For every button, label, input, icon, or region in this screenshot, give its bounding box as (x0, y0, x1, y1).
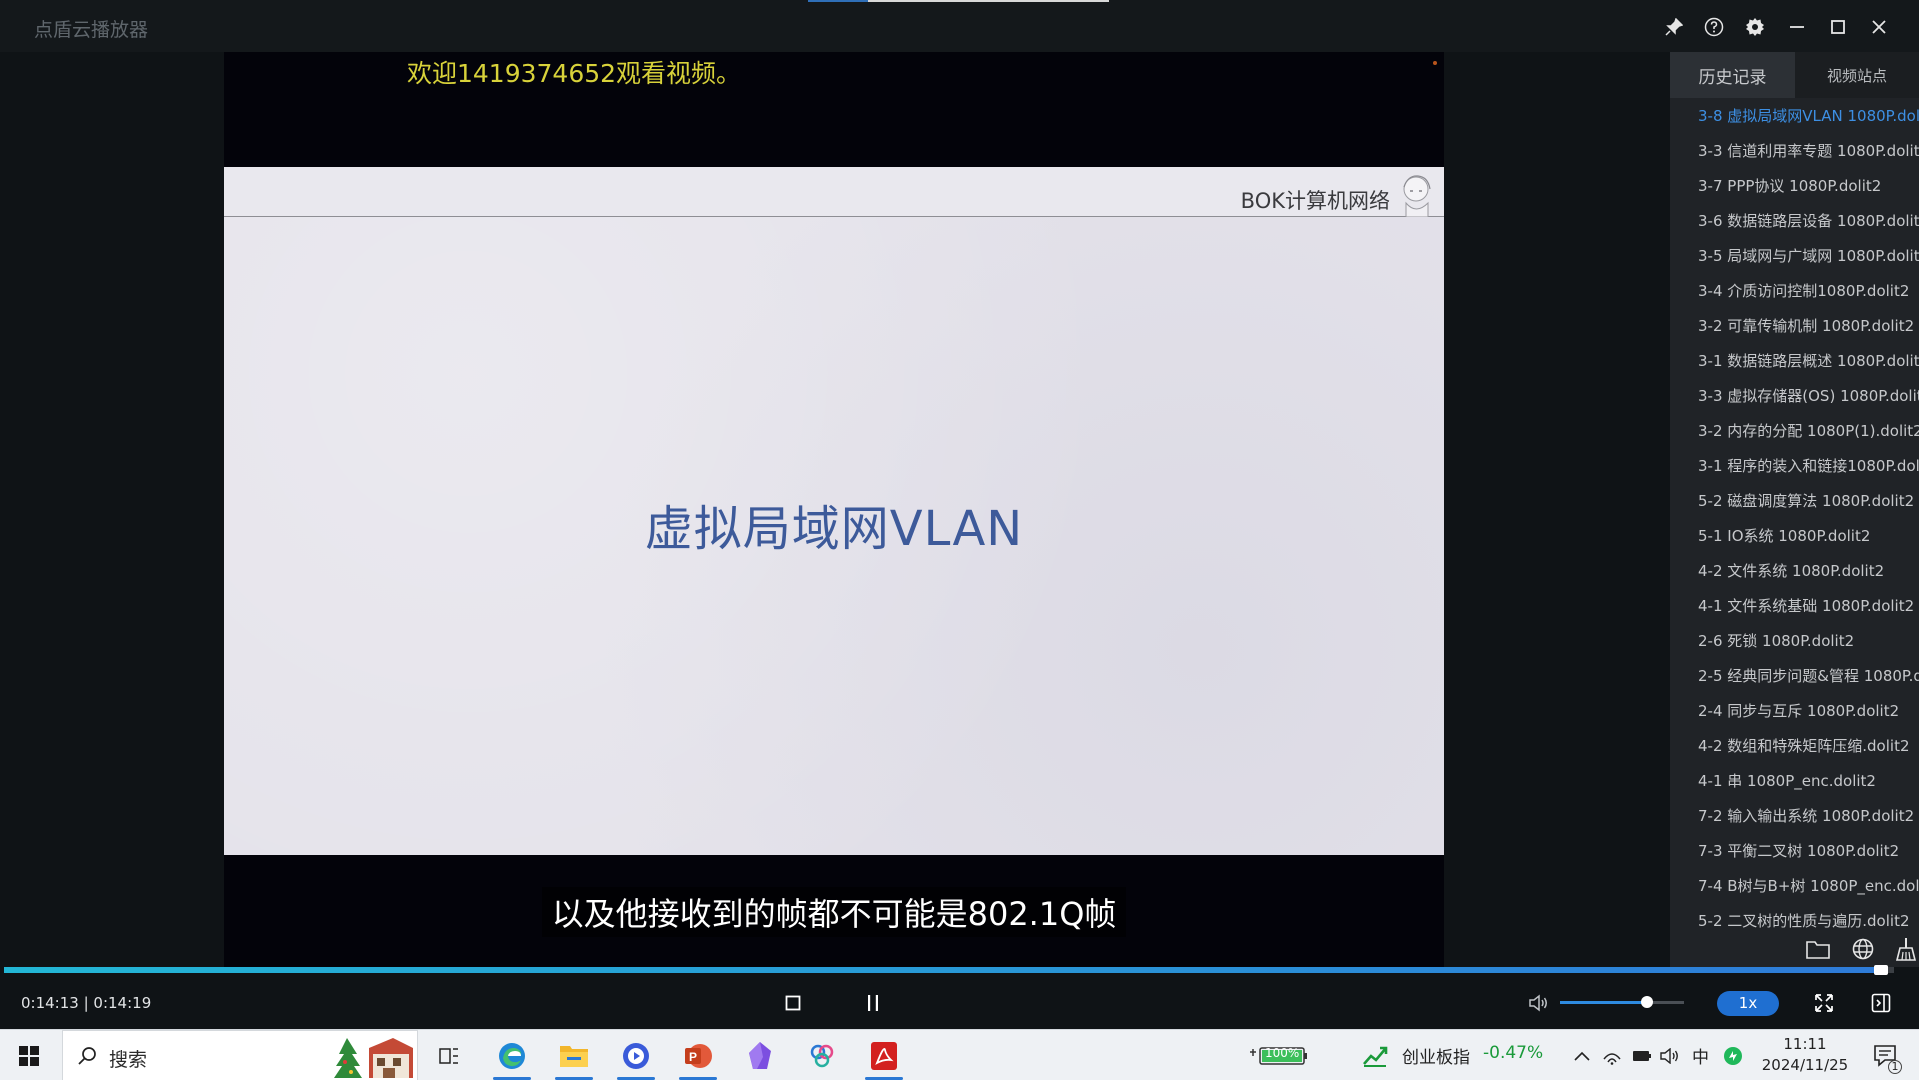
windows-start-icon[interactable] (14, 1030, 44, 1080)
settings-gear-icon[interactable] (1742, 14, 1768, 40)
taskbar: 搜索 P 100% 创业板指 -0.47% 中 11:11 2024/11/25… (0, 1029, 1919, 1080)
playback-time: 0:14:13 | 0:14:19 (21, 994, 152, 1012)
speaker-icon[interactable] (1659, 1030, 1681, 1080)
globe-icon[interactable] (1850, 936, 1876, 962)
maximize-icon[interactable] (1825, 14, 1851, 40)
video-stage[interactable]: 欢迎1419374652观看视频。 BOK计算机网络 虚拟局域网VLAN 以及他… (0, 52, 1670, 967)
search-label: 搜索 (109, 1049, 148, 1071)
volume-fill (1560, 1001, 1647, 1004)
subtitle-text: 以及他接收到的帧都不可能是802.1Q帧 (541, 887, 1127, 937)
file-explorer-icon[interactable] (552, 1030, 596, 1080)
slide-header: BOK计算机网络 (224, 167, 1444, 217)
playlist-item[interactable]: 4-1 文件系统基础 1080P.dolit2 (1670, 589, 1919, 624)
playlist-item[interactable]: 2-4 同步与互斥 1080P.dolit2 (1670, 694, 1919, 729)
tab-history[interactable]: 历史记录 (1670, 52, 1795, 98)
toggle-sidebar-icon[interactable] (1868, 990, 1894, 1016)
playlist-item[interactable]: 3-3 虚拟存储器(OS) 1080P.dolit2 (1670, 379, 1919, 414)
powerpoint-icon[interactable]: P (676, 1030, 720, 1080)
title-bar: 点盾云播放器 (0, 0, 1919, 52)
playlist-item[interactable]: 3-6 数据链路层设备 1080P.dolit2 (1670, 204, 1919, 239)
pin-icon[interactable] (1661, 14, 1687, 40)
video-player-app-icon[interactable] (614, 1030, 658, 1080)
slide-brand: BOK计算机网络 (1240, 189, 1390, 213)
viewer-watermark: 欢迎1419374652观看视频。 (407, 59, 742, 88)
playlist-item[interactable]: 3-3 信道利用率专题 1080P.dolit2 (1670, 134, 1919, 169)
fullscreen-icon[interactable] (1811, 990, 1837, 1016)
playlist-item[interactable]: 3-1 程序的装入和链接1080P.dolit2 (1670, 449, 1919, 484)
control-bar: 0:14:13 | 0:14:19 1x (0, 977, 1919, 1029)
seek-bar-fill (4, 967, 1881, 973)
playlist-item[interactable]: 5-1 IO系统 1080P.dolit2 (1670, 519, 1919, 554)
mascot-sketch-icon (1403, 175, 1431, 217)
edge-browser-icon[interactable] (490, 1030, 534, 1080)
playlist-item[interactable]: 2-6 死锁 1080P.dolit2 (1670, 624, 1919, 659)
folder-icon[interactable] (1805, 936, 1831, 962)
playlist-item[interactable]: 3-2 可靠传输机制 1080P.dolit2 (1670, 309, 1919, 344)
volume-slider[interactable] (1560, 996, 1684, 1008)
stock-change[interactable]: -0.47% (1483, 1043, 1543, 1063)
svg-text:P: P (689, 1050, 697, 1064)
stop-icon[interactable] (780, 990, 806, 1016)
taskbar-clock[interactable]: 11:11 2024/11/25 (1745, 1034, 1865, 1076)
playlist-item[interactable]: 3-4 介质访问控制1080P.dolit2 (1670, 274, 1919, 309)
battery-icon[interactable] (1631, 1030, 1653, 1080)
volume-icon[interactable] (1526, 990, 1552, 1016)
chevron-up-icon[interactable] (1572, 1030, 1592, 1080)
playlist-item[interactable]: 3-8 虚拟局域网VLAN 1080P.dolit2 (1670, 99, 1919, 134)
video-frame[interactable]: 欢迎1419374652观看视频。 BOK计算机网络 虚拟局域网VLAN 以及他… (224, 52, 1444, 967)
battery-percent: 100% (1265, 1046, 1300, 1060)
input-method-indicator[interactable]: 中 (1692, 1043, 1709, 1068)
tab-video-sites[interactable]: 视频站点 (1795, 52, 1919, 98)
christmas-decoration-icon (334, 1038, 413, 1078)
playlist-panel: 历史记录 视频站点 3-8 虚拟局域网VLAN 1080P.dolit2 3-3 … (1670, 52, 1919, 967)
seek-bar[interactable] (4, 965, 1894, 975)
playlist-item[interactable]: 7-3 平衡二叉树 1080P.dolit2 (1670, 834, 1919, 869)
broom-icon[interactable] (1893, 936, 1919, 962)
taskbar-search-box[interactable]: 搜索 (62, 1030, 418, 1080)
green-app-tray-icon[interactable] (1722, 1030, 1744, 1080)
app-title: 点盾云播放器 (34, 19, 149, 41)
title-top-line (868, 0, 1109, 2)
notification-count-badge: 1 (1888, 1060, 1902, 1074)
playlist-item[interactable]: 2-5 经典同步问题&管程 1080P.dolit2 (1670, 659, 1919, 694)
playlist-item[interactable]: 3-5 局域网与广域网 1080P.dolit2 (1670, 239, 1919, 274)
slide-title: 虚拟局域网VLAN (644, 501, 1024, 557)
side-tools (1670, 930, 1919, 967)
player-window: 点盾云播放器 欢迎1419374652观看视频。 BOK计算机网络 虚拟局域网V… (0, 0, 1919, 1080)
title-accent-line (808, 0, 868, 2)
playlist-item[interactable]: 5-2 磁盘调度算法 1080P.dolit2 (1670, 484, 1919, 519)
side-tabs: 历史记录 视频站点 (1670, 52, 1919, 98)
playlist-item[interactable]: 4-1 串 1080P_enc.dolit2 (1670, 764, 1919, 799)
playlist-item[interactable]: 4-2 文件系统 1080P.dolit2 (1670, 554, 1919, 589)
playlist-item[interactable]: 3-2 内存的分配 1080P(1).dolit2 (1670, 414, 1919, 449)
history-list: 3-8 虚拟局域网VLAN 1080P.dolit2 3-3 信道利用率专题 10… (1670, 99, 1919, 939)
close-icon[interactable] (1866, 14, 1892, 40)
subtitle-bar: 以及他接收到的帧都不可能是802.1Q帧 (224, 887, 1444, 937)
search-icon (78, 1047, 96, 1065)
clock-time: 11:11 (1783, 1035, 1827, 1053)
recording-dot (1433, 61, 1437, 65)
volume-thumb[interactable] (1640, 996, 1653, 1008)
lecture-slide: BOK计算机网络 虚拟局域网VLAN (224, 167, 1444, 855)
playback-speed-button[interactable]: 1x (1717, 991, 1779, 1016)
pdf-reader-icon[interactable] (862, 1030, 906, 1080)
cloud-drive-icon[interactable] (800, 1030, 844, 1080)
playlist-item[interactable]: 3-7 PPP协议 1080P.dolit2 (1670, 169, 1919, 204)
minimize-icon[interactable] (1784, 14, 1810, 40)
stock-chart-icon[interactable] (1360, 1030, 1390, 1080)
help-icon[interactable] (1701, 14, 1727, 40)
task-view-icon[interactable] (432, 1030, 466, 1080)
clock-date: 2024/11/25 (1761, 1056, 1849, 1074)
playlist-item[interactable]: 3-1 数据链路层概述 1080P.dolit2 (1670, 344, 1919, 379)
wifi-icon[interactable] (1601, 1030, 1623, 1080)
pause-icon[interactable] (860, 990, 886, 1016)
playlist-item[interactable]: 7-2 输入输出系统 1080P.dolit2 (1670, 799, 1919, 834)
stock-name[interactable]: 创业板指 (1402, 1043, 1470, 1068)
playlist-item[interactable]: 4-2 数组和特殊矩阵压缩.dolit2 (1670, 729, 1919, 764)
playlist-item[interactable]: 7-4 B树与B+树 1080P_enc.dolit2 (1670, 869, 1919, 904)
obsidian-icon[interactable] (738, 1030, 782, 1080)
seek-bar-thumb[interactable] (1873, 965, 1888, 975)
